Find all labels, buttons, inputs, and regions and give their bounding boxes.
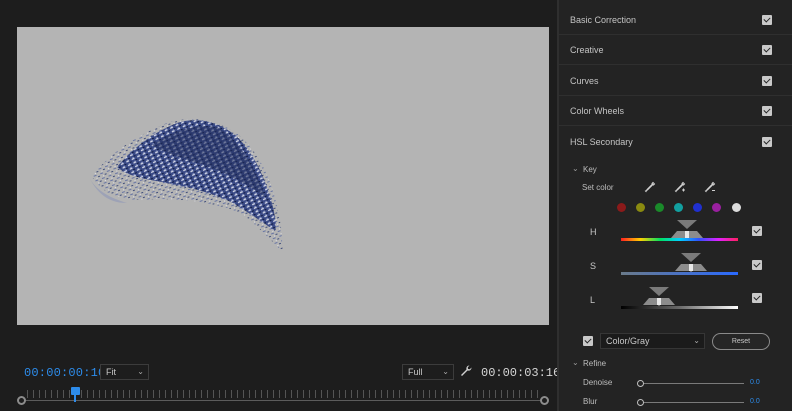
denoise-label: Denoise — [583, 378, 613, 387]
eyedropper-subtract-icon[interactable] — [704, 181, 716, 193]
section-label: HSL Secondary — [570, 137, 633, 147]
playback-resolution-dropdown[interactable]: Full ⌄ — [402, 364, 454, 380]
out-point-handle[interactable] — [540, 396, 549, 405]
hue-slider-track[interactable] — [621, 238, 738, 241]
denoise-value[interactable]: 0.0 — [750, 379, 760, 386]
set-color-label: Set color — [582, 183, 614, 192]
video-content-rock — [89, 119, 283, 252]
section-label: Curves — [570, 76, 599, 86]
saturation-slider-label: S — [590, 261, 597, 271]
section-label: Basic Correction — [570, 15, 637, 25]
color-swatch-magenta[interactable] — [712, 203, 721, 212]
section-enable-checkbox[interactable] — [762, 137, 772, 147]
reset-button[interactable]: Reset — [712, 333, 770, 350]
preview-mode-dropdown[interactable]: Color/Gray ⌄ — [600, 333, 705, 349]
duration-timecode: 00:00:03:16 — [481, 366, 561, 380]
current-timecode[interactable]: 00:00:00:10 — [24, 366, 105, 380]
luminance-slider-label: L — [590, 295, 596, 305]
section-creative[interactable]: Creative — [559, 35, 792, 65]
color-swatch-white[interactable] — [732, 203, 741, 212]
blur-slider-knob[interactable] — [637, 399, 644, 406]
section-enable-checkbox[interactable] — [762, 106, 772, 116]
blur-slider-track[interactable] — [639, 402, 744, 403]
color-swatch-cyan[interactable] — [674, 203, 683, 212]
hue-enable-checkbox[interactable] — [752, 226, 762, 236]
color-swatch-red[interactable] — [617, 203, 626, 212]
section-enable-checkbox[interactable] — [762, 45, 772, 55]
fit-dropdown-value: Fit — [106, 367, 116, 377]
saturation-enable-checkbox[interactable] — [752, 260, 762, 270]
chevron-down-icon: ⌄ — [137, 367, 144, 376]
video-frame[interactable] — [17, 27, 549, 325]
chevron-down-icon: ⌄ — [442, 367, 449, 376]
section-enable-checkbox[interactable] — [762, 15, 772, 25]
color-swatch-yellow[interactable] — [636, 203, 645, 212]
chevron-down-icon: ⌄ — [693, 336, 700, 345]
program-monitor: 00:00:00:10 Fit ⌄ Full ⌄ 00:00:03:16 — [0, 0, 561, 411]
key-title[interactable]: Key — [583, 165, 597, 174]
scrub-bar[interactable] — [21, 400, 545, 401]
section-hsl-secondary[interactable]: HSL Secondary — [559, 127, 792, 157]
preview-mode-value: Color/Gray — [606, 336, 650, 346]
ruler-ticks — [27, 390, 539, 398]
section-color-wheels[interactable]: Color Wheels — [559, 96, 792, 126]
wrench-icon[interactable] — [459, 364, 473, 378]
fit-dropdown[interactable]: Fit ⌄ — [100, 364, 149, 380]
blur-value[interactable]: 0.0 — [750, 398, 760, 405]
section-enable-checkbox[interactable] — [762, 76, 772, 86]
denoise-slider-knob[interactable] — [637, 380, 644, 387]
resolution-dropdown-value: Full — [408, 367, 423, 377]
chevron-down-icon[interactable]: ⌄ — [572, 358, 579, 367]
denoise-slider-track[interactable] — [639, 383, 744, 384]
section-label: Creative — [570, 45, 604, 55]
section-basic-correction[interactable]: Basic Correction — [559, 5, 792, 35]
section-label: Color Wheels — [570, 106, 625, 116]
section-curves[interactable]: Curves — [559, 66, 792, 96]
refine-title[interactable]: Refine — [583, 359, 606, 368]
saturation-slider-track[interactable] — [621, 272, 738, 275]
in-point-handle[interactable] — [17, 396, 26, 405]
time-ruler[interactable] — [17, 383, 549, 407]
preview-mode-checkbox[interactable] — [583, 336, 593, 346]
eyedropper-add-icon[interactable] — [674, 181, 686, 193]
hue-slider-label: H — [590, 227, 597, 237]
playhead[interactable] — [71, 387, 80, 402]
luminance-enable-checkbox[interactable] — [752, 293, 762, 303]
eyedropper-icon[interactable] — [644, 181, 656, 193]
color-swatch-blue[interactable] — [693, 203, 702, 212]
chevron-down-icon[interactable]: ⌄ — [572, 164, 579, 173]
blur-label: Blur — [583, 397, 598, 406]
lumetri-color-panel: Basic Correction Creative Curves Color W… — [559, 0, 792, 411]
color-swatch-green[interactable] — [655, 203, 664, 212]
luminance-slider-track[interactable] — [621, 306, 738, 309]
